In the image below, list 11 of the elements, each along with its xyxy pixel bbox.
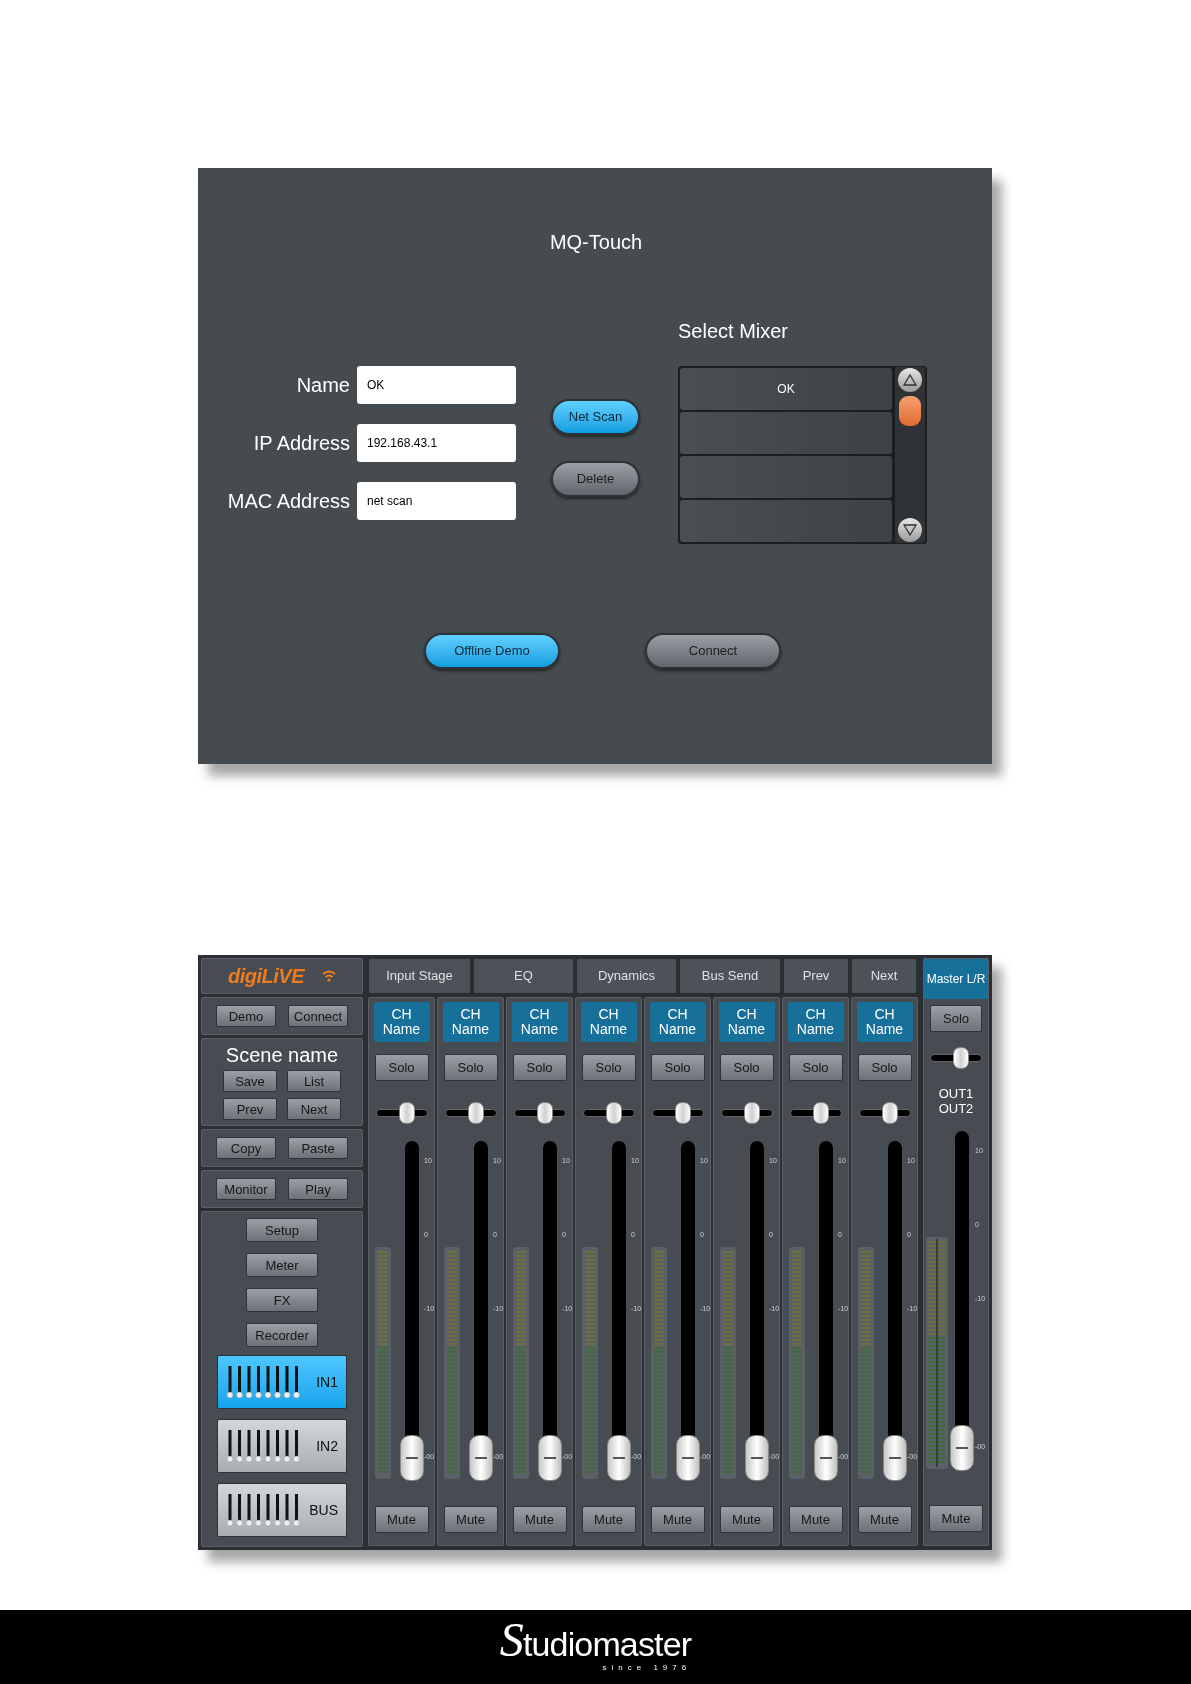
scene-name: Scene name bbox=[225, 1044, 339, 1066]
dialog-title: MQ-Touch bbox=[548, 230, 644, 254]
app-logo: digiLiVE bbox=[228, 964, 304, 989]
master-label: Master L/R bbox=[924, 959, 988, 999]
field-label: IP Address bbox=[252, 431, 350, 456]
field-label: MAC Address bbox=[226, 489, 350, 514]
brand-tagline: since 1976 bbox=[602, 1663, 692, 1673]
section-title: Select Mixer bbox=[678, 319, 790, 343]
output-label: OUT1 OUT2 bbox=[938, 1086, 974, 1116]
field-label: Name bbox=[295, 373, 350, 398]
brand-logo: Studiomaster bbox=[499, 1621, 692, 1663]
